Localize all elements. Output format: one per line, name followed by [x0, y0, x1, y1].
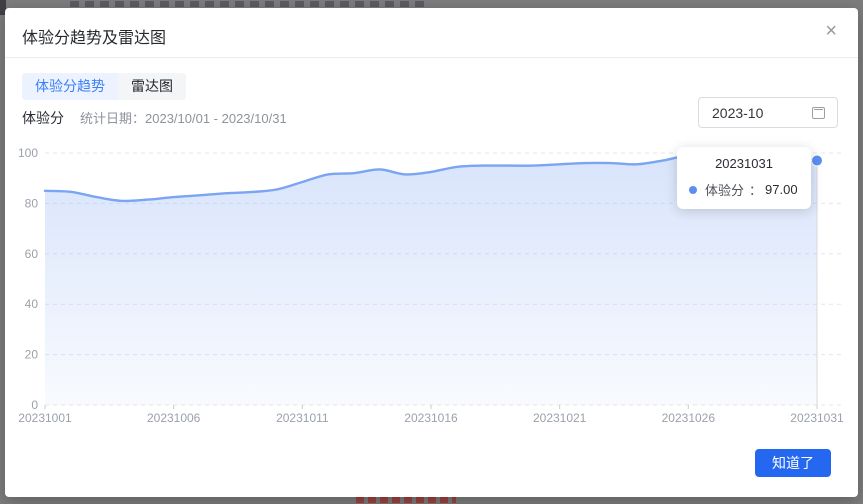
tooltip-value: 97.00	[765, 182, 798, 197]
last-point-marker	[812, 155, 823, 166]
x-axis-label: 20231031	[790, 411, 844, 425]
trend-chart: 0 20 40 60 80 100 20231001 20231006 20231011 2023…	[5, 8, 858, 497]
y-axis-label: 20	[25, 348, 39, 362]
tooltip-row: 体验分 ： 97.00	[689, 180, 799, 199]
x-axis-label: 20231026	[662, 411, 716, 425]
y-axis-label: 80	[25, 196, 39, 210]
x-axis-label: 20231011	[276, 411, 329, 425]
tooltip-separator: ：	[749, 180, 762, 199]
background-page-text-fragment	[70, 1, 428, 7]
y-axis-label: 60	[25, 247, 39, 261]
x-axis-label: 20231021	[533, 411, 587, 425]
chart-tooltip: 20231031 体验分 ： 97.00	[677, 147, 811, 209]
tooltip-date: 20231031	[689, 156, 799, 171]
background-page-red-text-fragment	[356, 497, 456, 503]
series-dot-icon	[689, 186, 697, 194]
x-axis-label: 20231001	[18, 411, 72, 425]
x-axis-label: 20231016	[404, 411, 458, 425]
got-it-button[interactable]: 知道了	[755, 449, 831, 477]
tooltip-series-label: 体验分	[705, 180, 744, 199]
y-axis-label: 40	[25, 297, 39, 311]
trend-dialog: 体验分趋势及雷达图 × 体验分趋势 雷达图 体验分 统计日期：2023/10/0…	[5, 8, 858, 497]
y-axis-label: 0	[31, 398, 38, 412]
x-axis-label: 20231006	[147, 411, 201, 425]
y-axis-label: 100	[18, 146, 38, 160]
